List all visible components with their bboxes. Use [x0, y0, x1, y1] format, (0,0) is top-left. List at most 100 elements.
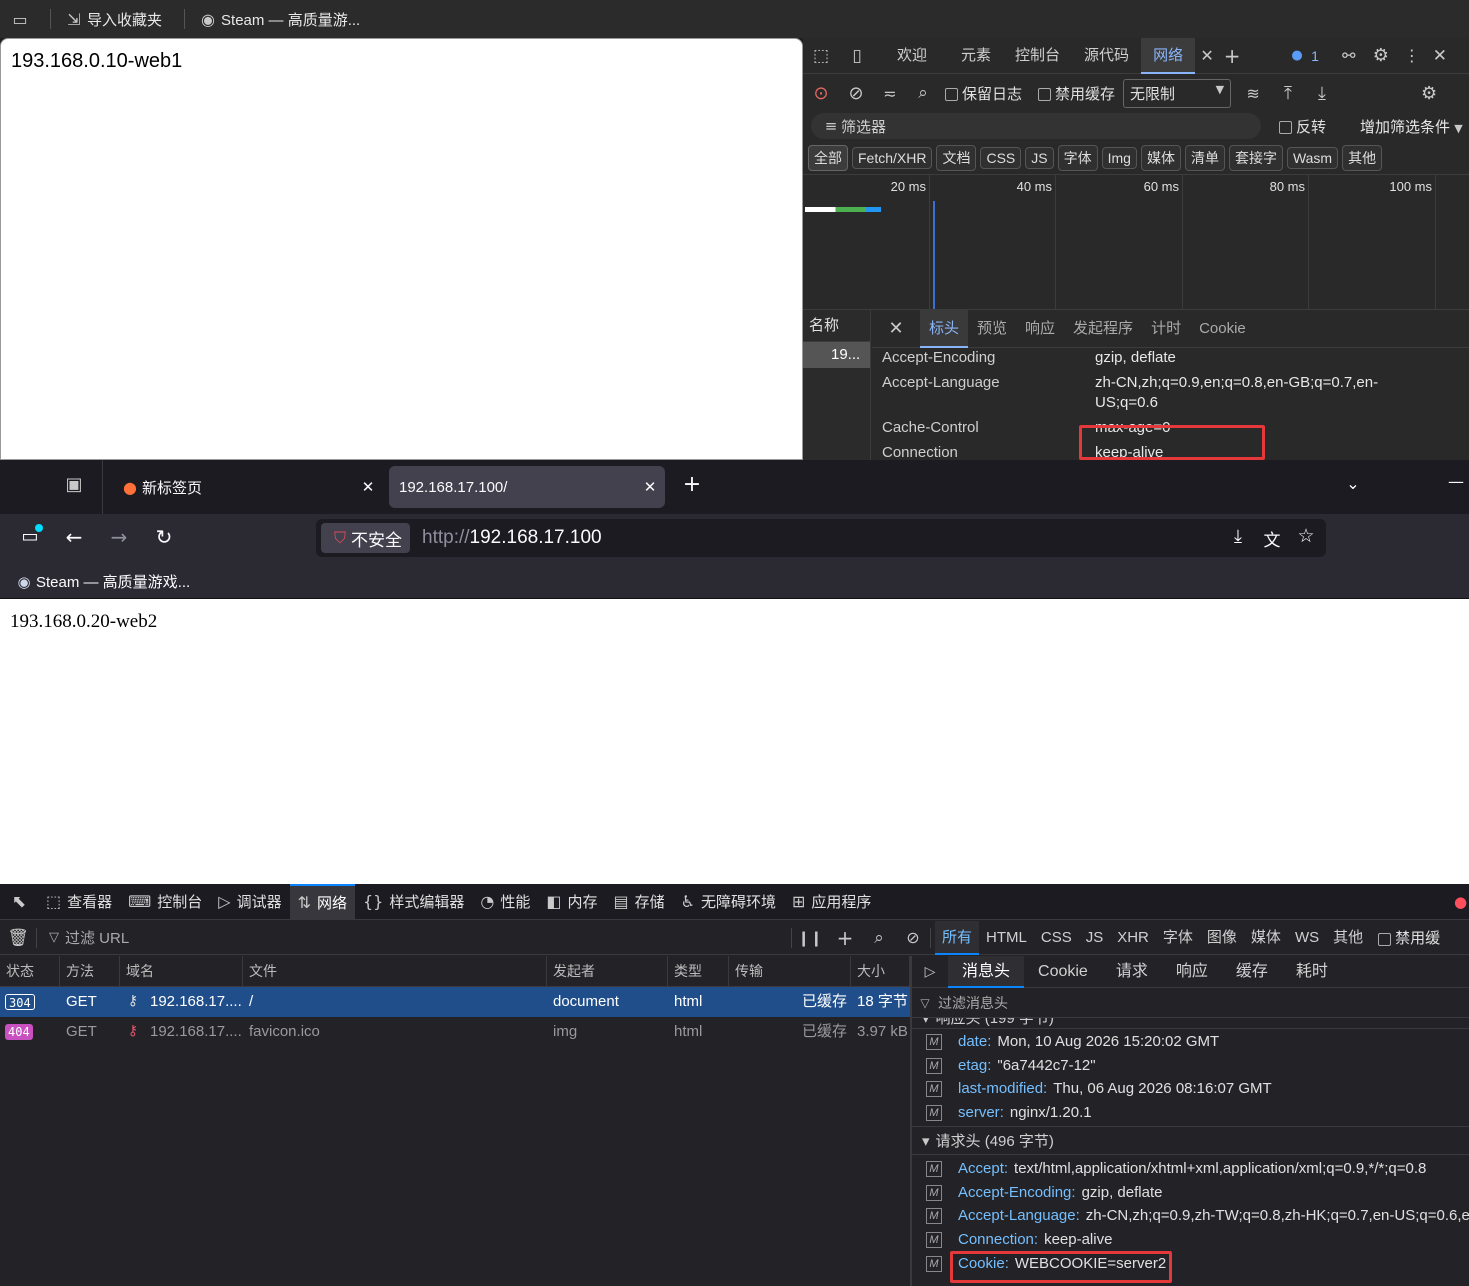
bookmark-steam[interactable]: ◉ Steam — 高质量游戏...	[12, 571, 190, 592]
element-picker-icon[interactable]: ⬉	[0, 892, 38, 912]
header-row[interactable]: Mdate: Mon, 10 Aug 2026 15:20:02 GMT	[912, 1030, 1469, 1054]
column-header[interactable]: 大小	[851, 956, 910, 986]
tool-tab-inspector[interactable]: ⬚ 查看器	[38, 884, 120, 920]
import-favorites-link[interactable]: 导入收藏夹	[87, 9, 162, 30]
search-icon[interactable]: ⌕	[862, 928, 896, 948]
type-filter-button[interactable]: 所有	[935, 920, 980, 955]
detail-tab[interactable]: 响应	[1016, 310, 1064, 348]
search-icon[interactable]: ⌕	[907, 83, 939, 103]
pause-icon[interactable]: ❙❙	[792, 929, 828, 947]
close-devtools-icon[interactable]: ✕	[1427, 46, 1453, 66]
network-conditions-icon[interactable]: ≋	[1235, 84, 1271, 103]
column-header[interactable]: 状态	[0, 956, 60, 986]
type-filter-chip[interactable]: 字体	[1057, 145, 1098, 171]
type-filter-chip[interactable]: 全部	[808, 145, 848, 171]
detail-tab[interactable]: 消息头	[948, 955, 1025, 988]
url-bar[interactable]: ⛉ 不安全 http://192.168.17.100 ⤓ 文 ☆	[316, 519, 1326, 557]
clear-trash-icon[interactable]: 🗑	[0, 928, 36, 948]
close-tab-icon[interactable]: ✕	[635, 478, 665, 496]
type-filter-chip[interactable]: JS	[1025, 147, 1054, 169]
add-request-icon[interactable]: +	[828, 926, 862, 950]
settings-gear-icon[interactable]: ⚙	[1365, 45, 1397, 66]
column-header[interactable]: 文件	[243, 956, 547, 986]
tool-tab-debugger[interactable]: ▷ 调试器	[210, 884, 289, 920]
type-filter-chip[interactable]: 媒体	[1140, 145, 1181, 171]
column-header[interactable]: 发起者	[547, 956, 668, 986]
header-row[interactable]: M Accept: text/html,application/xhtml+xml,…	[912, 1157, 1469, 1181]
tool-tab-performance[interactable]: ◔ 性能	[472, 884, 538, 920]
checkbox[interactable]	[1378, 932, 1392, 946]
request-headers-section[interactable]: ▾ 请求头 (496 字节)	[912, 1130, 1469, 1152]
type-filter-button[interactable]: XHR	[1110, 921, 1156, 955]
type-filter-chip[interactable]: 文档	[936, 145, 977, 171]
detail-tab[interactable]: 耗时	[1282, 956, 1342, 988]
type-filter-button[interactable]: 其他	[1326, 921, 1370, 955]
type-filter-chip[interactable]: Wasm	[1286, 147, 1339, 169]
clear-icon[interactable]: ⊘	[839, 83, 873, 104]
inspect-icon[interactable]: ⬚	[803, 46, 839, 66]
header-row[interactable]: M Accept-Language: zh-CN,zh;q=0.9,zh-TW;q=…	[912, 1204, 1469, 1228]
header-row[interactable]: M Accept-Encoding: gzip, deflate	[912, 1181, 1469, 1205]
tool-tab-network[interactable]: ⇅ 网络	[289, 884, 355, 920]
type-filter-button[interactable]: JS	[1079, 921, 1111, 955]
tab-active-url[interactable]: 192.168.17.100/ ✕	[389, 466, 665, 508]
minimize-icon[interactable]: —	[1446, 472, 1466, 491]
type-filter-button[interactable]: HTML	[979, 921, 1034, 955]
close-tab-icon[interactable]: ✕	[356, 478, 380, 496]
type-filter-button[interactable]: 字体	[1156, 921, 1200, 955]
detail-tab[interactable]: 标头	[920, 309, 969, 348]
tab-welcome[interactable]: 欢迎	[885, 38, 939, 74]
tool-tab-console[interactable]: ⌨ 控制台	[120, 884, 210, 920]
type-filter-button[interactable]: CSS	[1034, 921, 1079, 955]
preserve-log-checkbox[interactable]: 保留日志	[945, 83, 1022, 104]
response-headers-section[interactable]: ▾ 响应头 (199 字节)	[912, 1018, 1469, 1029]
type-filter-button[interactable]: 媒体	[1244, 921, 1288, 955]
bookmark-star-icon[interactable]: ☆	[1294, 525, 1318, 547]
column-header[interactable]: 方法	[60, 956, 120, 986]
header-row[interactable]: Mserver: nginx/1.20.1	[912, 1101, 1469, 1125]
detail-tab[interactable]: 响应	[1162, 956, 1222, 988]
disable-cache-checkbox[interactable]: 禁用缓	[1378, 927, 1440, 948]
more-filters-dropdown[interactable]: 增加筛选条件 ▼	[1360, 116, 1463, 137]
url-text[interactable]: http://192.168.17.100	[422, 527, 602, 549]
back-icon[interactable]: ←	[62, 525, 86, 549]
toggle-sidebar-icon[interactable]: ▷	[912, 964, 948, 980]
connect-icon[interactable]: ⚯	[1333, 46, 1365, 65]
tab-elements[interactable]: 元素	[949, 38, 1003, 74]
issues-icon[interactable]: ●	[1283, 48, 1311, 63]
type-filter-chip[interactable]: 其他	[1342, 145, 1383, 171]
list-tabs-chevron-icon[interactable]: ⌄	[1340, 474, 1366, 493]
close-tab-icon[interactable]: ✕	[1195, 46, 1219, 65]
import-har-icon[interactable]: ⤒	[1271, 83, 1305, 104]
filter-url-input[interactable]: 过滤 URL	[65, 927, 791, 948]
add-tab-icon[interactable]: +	[1219, 44, 1245, 68]
header-row[interactable]: Metag: "6a7442c7-12"	[912, 1054, 1469, 1078]
type-filter-chip[interactable]: Fetch/XHR	[852, 147, 933, 169]
detail-tab[interactable]: Cookie	[1190, 310, 1255, 348]
steam-favorite-link[interactable]: Steam — 高质量游...	[221, 9, 360, 30]
tab-sources[interactable]: 源代码	[1072, 38, 1141, 74]
filter-toggle-icon[interactable]: ≂	[873, 84, 907, 103]
new-tab-icon[interactable]: +	[680, 472, 704, 497]
column-header[interactable]: 域名	[120, 956, 243, 986]
reload-icon[interactable]: ↻	[152, 525, 176, 549]
type-filter-chip[interactable]: 清单	[1184, 145, 1225, 171]
checkbox[interactable]	[1038, 88, 1052, 102]
tab-console[interactable]: 控制台	[1003, 38, 1072, 74]
tab-network[interactable]: 网络	[1141, 38, 1196, 74]
column-header[interactable]: 传输	[729, 956, 851, 986]
checkbox[interactable]	[945, 88, 958, 102]
checkbox[interactable]	[1279, 121, 1292, 135]
translate-icon[interactable]: 文	[1260, 526, 1284, 551]
export-har-icon[interactable]: ⤓	[1305, 83, 1339, 104]
tool-tab-memory[interactable]: ◧ 内存	[538, 884, 605, 920]
header-row[interactable]: M Connection: keep-alive	[912, 1228, 1469, 1252]
type-filter-chip[interactable]: 套接字	[1228, 145, 1283, 171]
tool-tab-storage[interactable]: ▤ 存储	[606, 884, 673, 920]
type-filter-button[interactable]: 图像	[1200, 921, 1244, 955]
more-options-icon[interactable]: ⋮	[1397, 46, 1427, 65]
detail-tab[interactable]: Cookie	[1024, 956, 1102, 988]
filter-input[interactable]: ≡ 筛选器	[811, 113, 1261, 139]
type-filter-chip[interactable]: CSS	[980, 147, 1022, 169]
device-emulation-icon[interactable]: ▯	[839, 46, 875, 66]
